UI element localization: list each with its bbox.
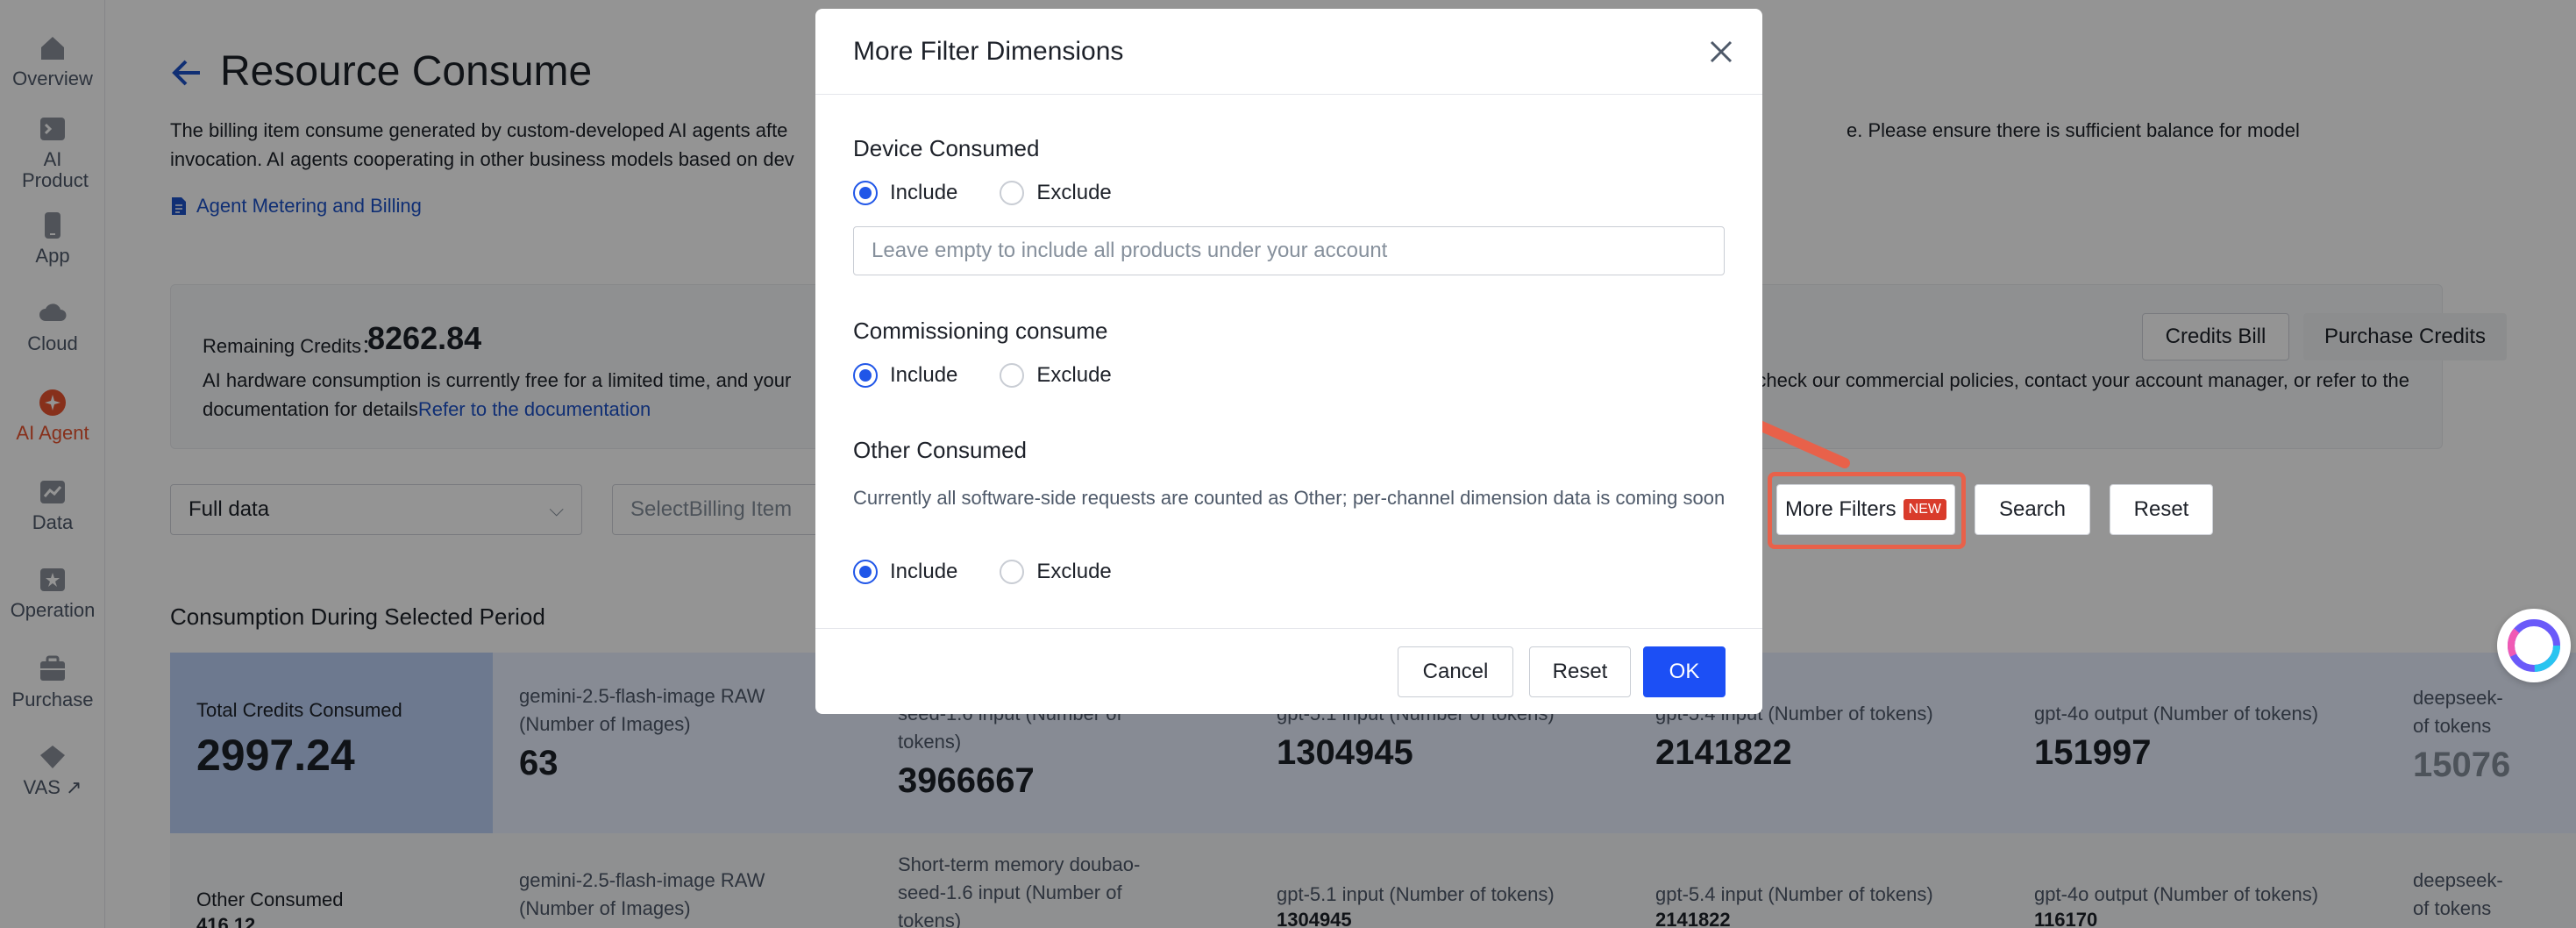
radio-unchecked-icon bbox=[1000, 560, 1025, 584]
radio-label: Exclude bbox=[1036, 181, 1112, 204]
radio-unchecked-icon bbox=[1000, 363, 1025, 388]
other-exclude-radio[interactable]: Exclude bbox=[1000, 560, 1112, 584]
other-consumed-title: Other Consumed bbox=[853, 437, 1027, 463]
radio-checked-icon bbox=[853, 363, 878, 388]
close-icon[interactable] bbox=[1706, 37, 1736, 67]
dialog-title: More Filter Dimensions bbox=[853, 37, 1124, 66]
ok-button[interactable]: OK bbox=[1643, 646, 1726, 697]
radio-label: Include bbox=[890, 363, 958, 387]
commissioning-radio-group: Include Exclude bbox=[853, 363, 1154, 388]
device-include-radio[interactable]: Include bbox=[853, 181, 957, 205]
device-products-input[interactable] bbox=[853, 226, 1725, 275]
radio-checked-icon bbox=[853, 560, 878, 584]
radio-label: Exclude bbox=[1036, 363, 1112, 387]
other-include-radio[interactable]: Include bbox=[853, 560, 957, 584]
radio-label: Exclude bbox=[1036, 560, 1112, 583]
device-exclude-radio[interactable]: Exclude bbox=[1000, 181, 1112, 205]
radio-unchecked-icon bbox=[1000, 181, 1025, 205]
device-consumed-radio-group: Include Exclude bbox=[853, 181, 1154, 205]
commissioning-include-radio[interactable]: Include bbox=[853, 363, 957, 388]
other-consumed-radio-group: Include Exclude bbox=[853, 560, 1154, 584]
dialog-footer: Cancel Reset OK bbox=[815, 628, 1762, 714]
radio-checked-icon bbox=[853, 181, 878, 205]
other-consumed-note: Currently all software-side requests are… bbox=[853, 487, 1726, 509]
commissioning-exclude-radio[interactable]: Exclude bbox=[1000, 363, 1112, 388]
radio-label: Include bbox=[890, 560, 958, 583]
device-consumed-title: Device Consumed bbox=[853, 135, 1040, 161]
assistant-ball[interactable] bbox=[2497, 609, 2571, 682]
assistant-logo-icon bbox=[2508, 619, 2560, 672]
cancel-button[interactable]: Cancel bbox=[1398, 646, 1513, 697]
more-filters-dialog: More Filter Dimensions Device Consumed I… bbox=[815, 9, 1762, 714]
radio-label: Include bbox=[890, 181, 958, 204]
dialog-header: More Filter Dimensions bbox=[815, 9, 1762, 95]
dialog-reset-button[interactable]: Reset bbox=[1529, 646, 1631, 697]
commissioning-consume-title: Commissioning consume bbox=[853, 318, 1108, 344]
